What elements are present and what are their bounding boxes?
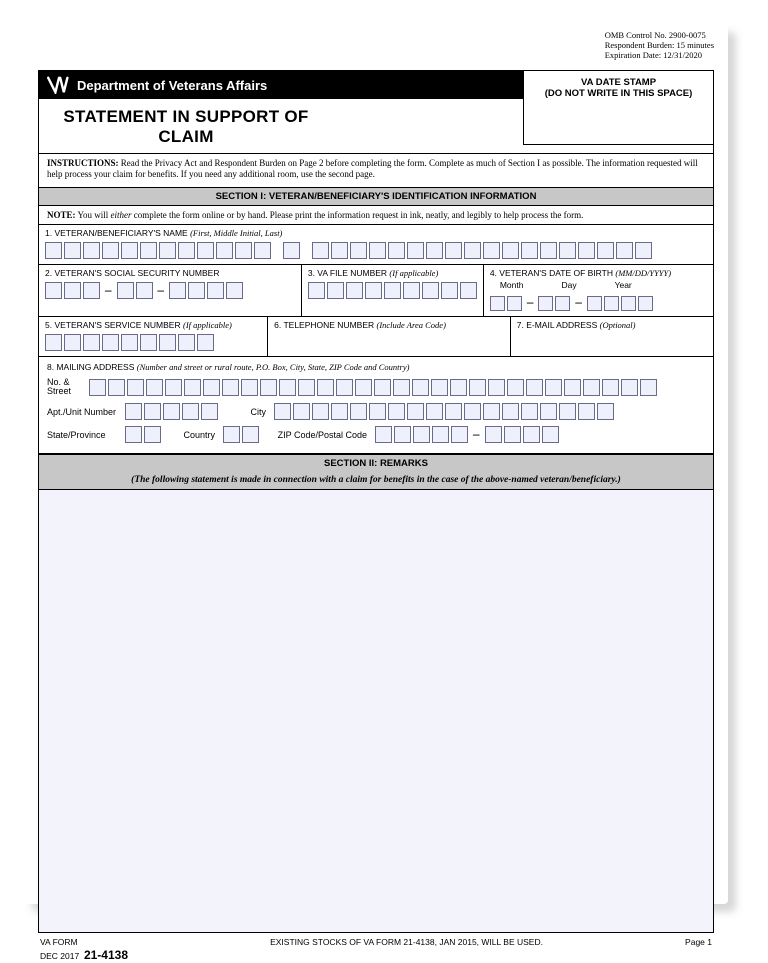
- field-6-label: 6. TELEPHONE NUMBER (Include Area Code): [274, 320, 504, 330]
- field-1-label: 1. VETERAN/BENEFICIARY'S NAME (First, Mi…: [45, 228, 707, 238]
- section-1-header: SECTION I: VETERAN/BENEFICIARY'S IDENTIF…: [39, 187, 713, 206]
- expiration-date: Expiration Date: 12/31/2020: [605, 50, 714, 60]
- stamp-note: (DO NOT WRITE IN THIS SPACE): [530, 88, 707, 99]
- omb-number: OMB Control No. 2900-0075: [605, 30, 714, 40]
- note-lead: NOTE:: [47, 210, 76, 220]
- form-title: STATEMENT IN SUPPORT OF CLAIM: [39, 99, 333, 153]
- remarks-input[interactable]: [39, 490, 713, 932]
- instructions: INSTRUCTIONS: Read the Privacy Act and R…: [39, 153, 713, 187]
- state-input[interactable]: [125, 426, 161, 443]
- va-file-input[interactable]: [308, 282, 477, 299]
- stamp-title: VA DATE STAMP: [530, 77, 707, 88]
- section-2-subtitle: (The following statement is made in conn…: [39, 472, 713, 490]
- date-stamp-box: VA DATE STAMP (DO NOT WRITE IN THIS SPAC…: [523, 71, 713, 145]
- page-number: Page 1: [685, 937, 712, 947]
- street-input[interactable]: [89, 379, 657, 396]
- instructions-body: Read the Privacy Act and Respondent Burd…: [47, 158, 698, 179]
- form-outline: Department of Veterans Affairs STATEMENT…: [38, 70, 714, 933]
- instructions-lead: INSTRUCTIONS:: [47, 158, 119, 168]
- field-5-label: 5. VETERAN'S SERVICE NUMBER (If applicab…: [45, 320, 261, 330]
- field-4-label: 4. VETERAN'S DATE OF BIRTH (MM/DD/YYYY): [490, 268, 707, 278]
- va-logo-icon: [47, 76, 71, 94]
- field-8-label: 8. MAILING ADDRESS (Number and street or…: [47, 362, 705, 372]
- section-2-header: SECTION II: REMARKS: [39, 454, 713, 472]
- section-1-note: NOTE: You will either complete the form …: [39, 206, 713, 225]
- respondent-burden: Respondent Burden: 15 minutes: [605, 40, 714, 50]
- form-number: 21-4138: [84, 948, 128, 962]
- department-name: Department of Veterans Affairs: [77, 78, 267, 93]
- name-input[interactable]: [45, 242, 707, 259]
- ssn-input[interactable]: – –: [45, 282, 295, 299]
- city-input[interactable]: [274, 403, 614, 420]
- zip-input[interactable]: –: [375, 426, 559, 443]
- omb-meta: OMB Control No. 2900-0075 Respondent Bur…: [605, 30, 714, 61]
- header-bar: Department of Veterans Affairs: [39, 71, 523, 99]
- service-number-input[interactable]: [45, 334, 261, 351]
- dob-input[interactable]: – –: [490, 294, 707, 311]
- country-input[interactable]: [223, 426, 259, 443]
- stock-notice: EXISTING STOCKS OF VA FORM 21-4138, JAN …: [128, 937, 685, 947]
- form-footer: VA FORM DEC 2017 21-4138 EXISTING STOCKS…: [38, 933, 714, 963]
- field-2-label: 2. VETERAN'S SOCIAL SECURITY NUMBER: [45, 268, 295, 278]
- field-7-label: 7. E-MAIL ADDRESS (Optional): [517, 320, 707, 330]
- form-page: OMB Control No. 2900-0075 Respondent Bur…: [24, 24, 728, 904]
- field-3-label: 3. VA FILE NUMBER (If applicable): [308, 268, 477, 278]
- apt-input[interactable]: [125, 403, 218, 420]
